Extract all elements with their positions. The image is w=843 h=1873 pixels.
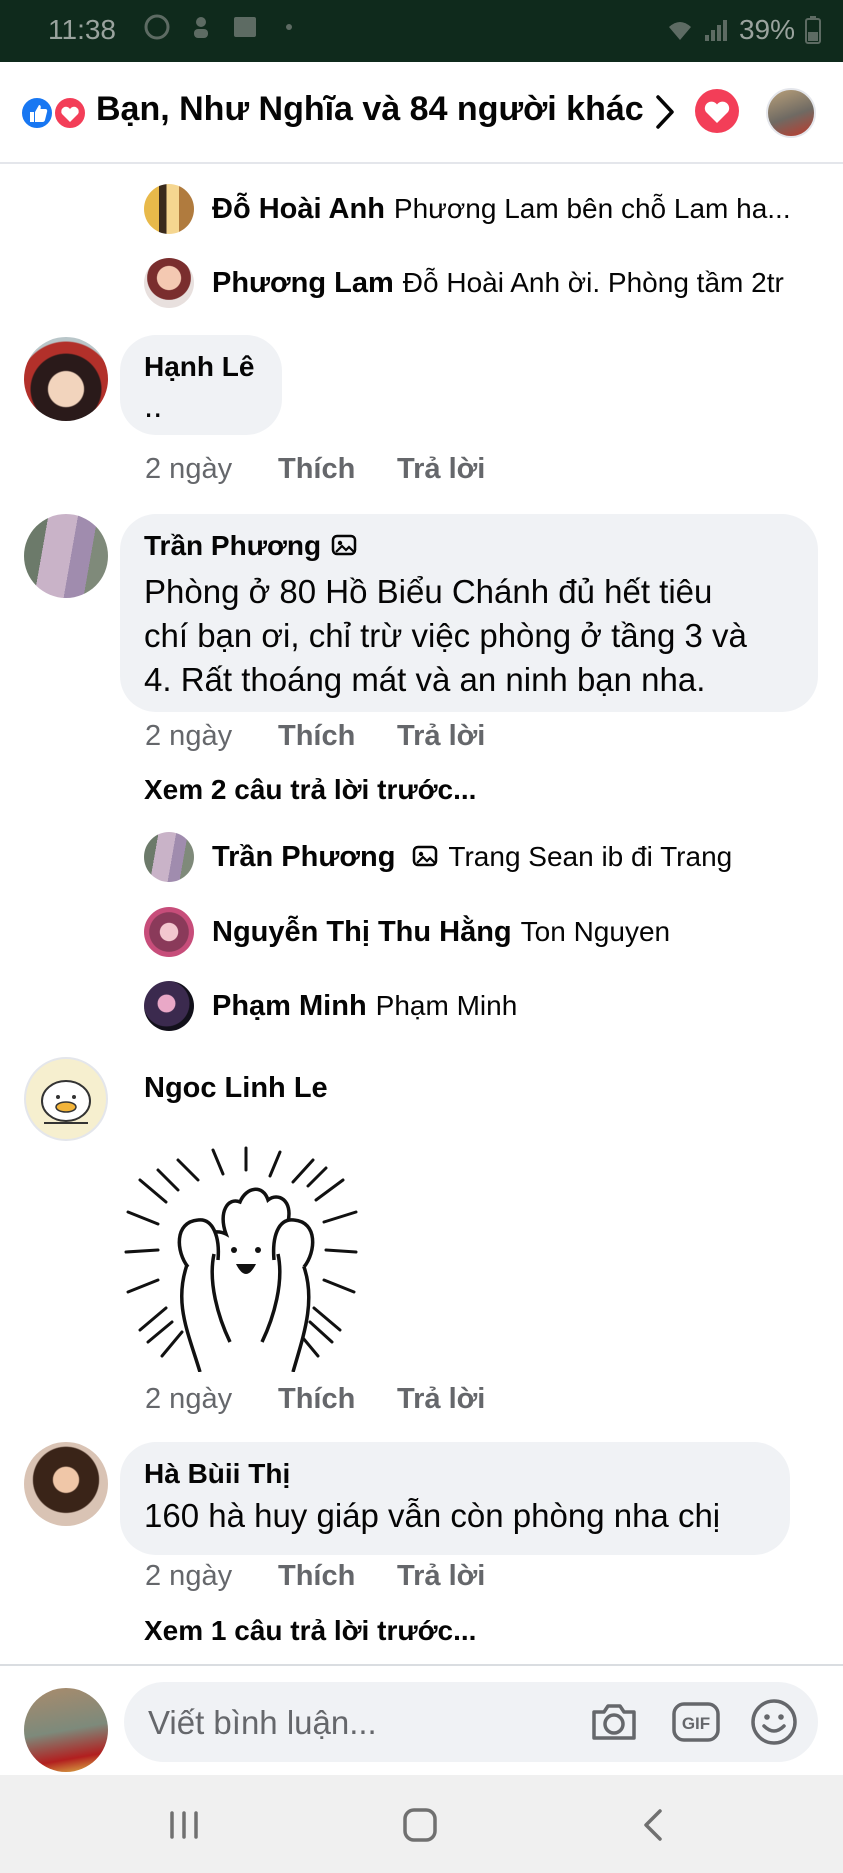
signal-icon — [704, 20, 727, 41]
gif-label: GIF — [682, 1714, 710, 1733]
sticker-icon — [331, 534, 357, 556]
camera-icon[interactable] — [588, 1696, 640, 1748]
love-reaction-icon — [53, 96, 87, 130]
reply-author[interactable]: Phạm Minh — [212, 990, 367, 1023]
reply-author[interactable]: Nguyễn Thị Thu Hằng — [212, 916, 512, 949]
comment-composer: Viết bình luận... GIF — [0, 1664, 843, 1775]
avatar[interactable] — [144, 832, 194, 882]
comment-author-row: Trần Phương — [144, 530, 794, 562]
comment-text-line: Phòng ở 80 Hồ Biểu Chánh đủ hết tiêu — [144, 573, 713, 610]
avatar[interactable] — [144, 184, 194, 234]
gallery-icon — [234, 17, 256, 37]
reply-author[interactable]: Trần Phương — [212, 841, 395, 874]
sticker-icon — [413, 845, 438, 867]
comment-author[interactable]: Hà Bùii Thị — [144, 1458, 766, 1490]
reply-item[interactable]: Đỗ Hoài Anh Phương Lam bên chỗ Lam ha... — [144, 184, 791, 234]
comments-panel: Bạn, Như Nghĩa và 84 người khác Đỗ Hoài … — [0, 62, 843, 1775]
reply-button[interactable]: Trả lời — [397, 453, 485, 486]
reply-text: Phạm Minh — [375, 990, 518, 1021]
reactions-header[interactable]: Bạn, Như Nghĩa và 84 người khác — [0, 62, 843, 164]
view-previous-replies[interactable]: Xem 2 câu trả lời trước... — [144, 774, 476, 806]
reply-text: Trang Sean ib đi Trang — [448, 841, 733, 872]
home-icon[interactable] — [396, 1801, 444, 1849]
comment-time: 2 ngày — [145, 453, 233, 485]
messenger-icon — [144, 14, 170, 40]
status-time: 11:38 — [48, 14, 116, 45]
battery-percent: 39% — [738, 14, 795, 45]
reply-author[interactable]: Phương Lam — [212, 267, 394, 300]
sticker-image[interactable] — [118, 1142, 368, 1372]
reply-item[interactable]: Phạm Minh Phạm Minh — [144, 981, 517, 1031]
chevron-right-icon[interactable] — [650, 92, 680, 132]
avatar[interactable] — [144, 981, 194, 1031]
reply-button[interactable]: Trả lời — [397, 1383, 485, 1416]
avatar[interactable] — [24, 337, 108, 421]
like-button[interactable]: Thích — [278, 1383, 397, 1416]
like-reaction-icon — [20, 96, 54, 130]
reply-button[interactable]: Trả lời — [397, 1560, 485, 1593]
comment-actions: 2 ngày Thích Trả lời — [145, 720, 485, 753]
reply-button[interactable]: Trả lời — [397, 720, 485, 753]
emoji-icon[interactable] — [748, 1696, 800, 1748]
avatar[interactable] — [144, 907, 194, 957]
avatar[interactable] — [144, 258, 194, 308]
notification-icons — [144, 14, 302, 40]
comment-author[interactable]: Trần Phương — [144, 530, 321, 562]
comment-author[interactable]: Ngoc Linh Le — [144, 1072, 328, 1105]
dot-icon — [286, 24, 292, 30]
comment-time: 2 ngày — [145, 720, 233, 752]
gif-icon[interactable]: GIF — [670, 1696, 722, 1748]
comment-author[interactable]: Hạnh Lê — [144, 351, 258, 383]
reply-text: Ton Nguyen — [520, 916, 671, 947]
reply-author[interactable]: Đỗ Hoài Anh — [212, 193, 385, 226]
comment-actions: 2 ngày Thích Trả lời — [145, 1383, 485, 1416]
wifi-icon — [668, 22, 691, 40]
reply-item[interactable]: Trần Phương Trang Sean ib đi Trang — [144, 832, 732, 882]
avatar[interactable] — [24, 1688, 108, 1772]
comment-actions: 2 ngày Thích Trả lời — [145, 1560, 485, 1593]
comment-text: Phòng ở 80 Hồ Biểu Chánh đủ hết tiêu chí… — [144, 570, 794, 702]
recent-apps-icon[interactable] — [160, 1801, 208, 1849]
view-previous-replies[interactable]: Xem 1 câu trả lời trước... — [144, 1615, 476, 1647]
status-right: 39% — [667, 14, 821, 46]
comment-time: 2 ngày — [145, 1560, 233, 1592]
comment-bubble[interactable]: Hà Bùii Thị 160 hà huy giáp vẫn còn phòn… — [120, 1442, 790, 1555]
comment-text: .. — [144, 387, 163, 424]
reactors-summary[interactable]: Bạn, Như Nghĩa và 84 người khác — [96, 90, 644, 129]
comment-input-placeholder[interactable]: Viết bình luận... — [148, 1704, 377, 1742]
status-bar: 11:38 39% — [0, 0, 843, 62]
back-icon[interactable] — [630, 1801, 678, 1849]
person-icon — [194, 17, 208, 38]
comment-bubble[interactable]: Hạnh Lê .. — [120, 335, 282, 435]
like-button[interactable]: Thích — [278, 1560, 397, 1593]
avatar[interactable] — [24, 1057, 108, 1141]
avatar[interactable] — [766, 88, 816, 138]
comment-text: 160 hà huy giáp vẫn còn phòng nha chị — [144, 1497, 721, 1534]
comment-input[interactable]: Viết bình luận... GIF — [124, 1682, 818, 1762]
like-button[interactable]: Thích — [278, 453, 397, 486]
reply-text: Đỗ Hoài Anh ời. Phòng tầm 2tr — [402, 267, 784, 298]
comment-text-line: 4. Rất thoáng mát và an ninh bạn nha. — [144, 661, 706, 698]
like-button[interactable]: Thích — [278, 720, 397, 753]
comment-text-line: chí bạn ơi, chỉ trừ việc phòng ở tầng 3 … — [144, 617, 747, 654]
system-nav-bar — [0, 1775, 843, 1873]
reply-text: Phương Lam bên chỗ Lam ha... — [393, 193, 791, 224]
duck-avatar-icon — [41, 1080, 91, 1124]
reply-item[interactable]: Phương Lam Đỗ Hoài Anh ời. Phòng tầm 2tr — [144, 258, 784, 308]
comment-time: 2 ngày — [145, 1383, 233, 1415]
reply-item[interactable]: Nguyễn Thị Thu Hằng Ton Nguyen — [144, 907, 670, 957]
avatar[interactable] — [24, 514, 108, 598]
avatar[interactable] — [24, 1442, 108, 1526]
comment-bubble[interactable]: Trần Phương Phòng ở 80 Hồ Biểu Chánh đủ … — [120, 514, 818, 712]
heart-icon[interactable] — [694, 88, 740, 134]
comment-actions: 2 ngày Thích Trả lời — [145, 453, 485, 486]
battery-icon — [805, 16, 821, 44]
reaction-icons — [20, 96, 87, 130]
